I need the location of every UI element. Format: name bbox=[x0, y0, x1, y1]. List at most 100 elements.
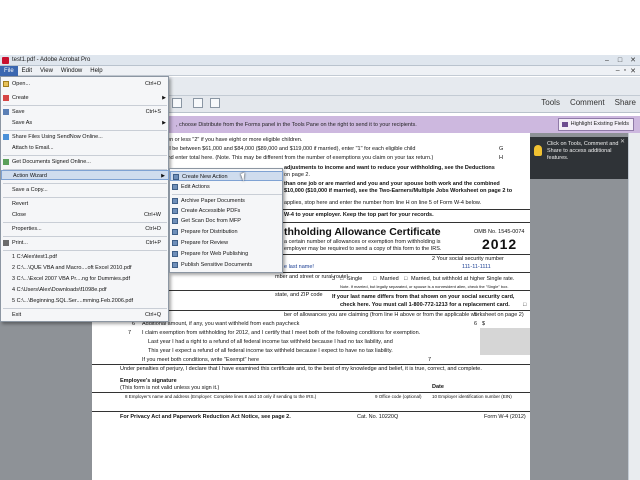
menu-shortcut: Ctrl+S bbox=[145, 109, 161, 115]
menu-edit[interactable]: Edit bbox=[18, 66, 36, 76]
menu-item-label: Get Documents Signed Online... bbox=[12, 159, 91, 165]
menu-file[interactable]: File bbox=[0, 65, 18, 76]
action-icon bbox=[172, 240, 178, 246]
menu-bar: File Edit View Window Help bbox=[0, 65, 640, 76]
submenu-item-archive[interactable]: Archive Paper Documents bbox=[170, 196, 283, 206]
recent-file-1[interactable]: 1 C:\Alex\test1.pdf bbox=[1, 252, 169, 262]
panel-tabs: Tools Comment Share bbox=[541, 98, 636, 107]
menu-item-close[interactable]: Close Ctrl+W bbox=[1, 210, 169, 220]
divider bbox=[92, 411, 530, 412]
address-label: mber and street or rural route) bbox=[275, 274, 349, 280]
submenu-item-distribution[interactable]: Prepare for Distribution bbox=[170, 227, 283, 237]
menu-item-save-as[interactable]: Save As ▶ bbox=[1, 118, 169, 128]
close-tip-icon[interactable]: ✕ bbox=[620, 139, 625, 146]
submenu-item-scan[interactable]: Get Scan Doc from MFP bbox=[170, 216, 283, 226]
menu-separator bbox=[3, 155, 167, 156]
menu-item-open[interactable]: Open... Ctrl+O bbox=[1, 79, 169, 89]
share-icon bbox=[3, 134, 9, 140]
doc-restore-icon[interactable]: ▫ bbox=[624, 67, 626, 75]
menu-item-label: Revert bbox=[12, 201, 29, 207]
single-label: Single bbox=[347, 276, 363, 282]
menu-item-action-wizard[interactable]: Action Wizard ▶ bbox=[1, 170, 169, 180]
menu-item-revert[interactable]: Revert bbox=[1, 199, 169, 209]
doc-line: ber of allowances you are claiming (from… bbox=[284, 312, 524, 318]
doc-line: G bbox=[499, 146, 504, 152]
certificate-title: thholding Allowance Certificate bbox=[284, 226, 441, 238]
menu-item-properties[interactable]: Properties... Ctrl+D bbox=[1, 224, 169, 234]
menu-item-get-signed[interactable]: Get Documents Signed Online... bbox=[1, 157, 169, 167]
menu-separator bbox=[3, 130, 167, 131]
employer-label: 8 Employer's name and address (Employer:… bbox=[125, 394, 317, 399]
action-wizard-submenu: Create New Action Edit Actions Archive P… bbox=[169, 168, 283, 273]
single-checkbox[interactable]: □ bbox=[340, 276, 343, 282]
married-checkbox[interactable]: □ bbox=[373, 276, 376, 282]
close-icon[interactable]: ✕ bbox=[628, 56, 638, 64]
footer-form: Form W-4 (2012) bbox=[484, 414, 526, 420]
menu-separator bbox=[3, 105, 167, 106]
minimize-icon[interactable]: – bbox=[602, 56, 612, 64]
menu-separator bbox=[3, 222, 167, 223]
recent-file-5[interactable]: 5 C:\...\Beginning.SQL.Ser....mming.Feb.… bbox=[1, 296, 169, 306]
submenu-item-label: Get Scan Doc from MFP bbox=[181, 218, 241, 224]
menu-window[interactable]: Window bbox=[57, 66, 86, 76]
menu-item-label: Save As bbox=[12, 120, 33, 126]
recent-file-2[interactable]: 2 C:\...\QUE VBA and Macro....oft Excel … bbox=[1, 263, 169, 273]
doc-close-icon[interactable]: ✕ bbox=[630, 67, 636, 75]
menu-item-label: Close bbox=[12, 212, 27, 218]
tab-comment[interactable]: Comment bbox=[570, 98, 605, 107]
menu-view[interactable]: View bbox=[36, 66, 57, 76]
vertical-scrollbar[interactable] bbox=[628, 133, 640, 480]
name-differs-checkbox[interactable]: □ bbox=[523, 302, 526, 308]
doc-line: applies, stop here and enter the number … bbox=[284, 200, 482, 206]
submenu-item-review[interactable]: Prepare for Review bbox=[170, 238, 283, 248]
toolbar-button-icon[interactable] bbox=[172, 98, 182, 108]
married-higher-checkbox[interactable]: □ bbox=[404, 276, 407, 282]
recent-file-3[interactable]: 3 C:\...\Excel 2007 VBA Pr....ng for Dum… bbox=[1, 274, 169, 284]
menu-item-label: Attach to Email... bbox=[12, 145, 54, 151]
recent-file-4[interactable]: 4 C:\Users\Alex\Downloads\f1098e.pdf bbox=[1, 285, 169, 295]
menu-shortcut: Ctrl+P bbox=[145, 240, 161, 246]
menu-item-create[interactable]: Create ▶ bbox=[1, 93, 169, 103]
submenu-item-accessible[interactable]: Create Accessible PDFs bbox=[170, 206, 283, 216]
print-icon bbox=[3, 240, 9, 246]
married-label: Married bbox=[380, 276, 399, 282]
doc-line: If your last name differs from that show… bbox=[332, 294, 515, 300]
doc-minimize-icon[interactable]: – bbox=[616, 67, 620, 75]
menu-item-exit[interactable]: Exit Ctrl+Q bbox=[1, 310, 169, 320]
submenu-item-label: Archive Paper Documents bbox=[181, 198, 245, 204]
submenu-arrow-icon: ▶ bbox=[162, 120, 166, 126]
married-higher-label: Married, but withhold at higher Single r… bbox=[411, 276, 515, 282]
box-5-label: 5 bbox=[474, 312, 478, 318]
action-icon bbox=[172, 208, 178, 214]
submenu-item-label: Prepare for Web Publishing bbox=[181, 251, 249, 257]
submenu-item-edit-actions[interactable]: Edit Actions bbox=[170, 182, 283, 192]
submenu-item-create-new-action[interactable]: Create New Action bbox=[170, 171, 283, 181]
menu-shortcut: Ctrl+W bbox=[144, 212, 161, 218]
save-icon[interactable] bbox=[193, 98, 203, 108]
menu-separator bbox=[3, 197, 167, 198]
maximize-icon[interactable]: □ bbox=[615, 56, 625, 64]
print-icon[interactable] bbox=[210, 98, 220, 108]
menu-help[interactable]: Help bbox=[86, 66, 106, 76]
menu-item-save-copy[interactable]: Save a Copy... bbox=[1, 185, 169, 195]
submenu-item-label: Prepare for Distribution bbox=[181, 229, 238, 235]
ssn-label: 2 Your social security number bbox=[432, 256, 504, 262]
last-name-field[interactable]: e last name! bbox=[284, 264, 314, 270]
menu-item-sendnow[interactable]: Share Files Using SendNow Online... bbox=[1, 132, 169, 142]
menu-item-print[interactable]: Print... Ctrl+P bbox=[1, 238, 169, 248]
menu-item-save[interactable]: Save Ctrl+S bbox=[1, 107, 169, 117]
submenu-item-sensitive[interactable]: Publish Sensitive Documents bbox=[170, 260, 283, 270]
menu-item-label: 5 C:\...\Beginning.SQL.Ser....mming.Feb.… bbox=[12, 298, 134, 304]
tab-tools[interactable]: Tools bbox=[541, 98, 560, 107]
highlight-fields-button[interactable]: Highlight Existing Fields bbox=[557, 118, 634, 131]
ein-label: 10 Employer identification number (EIN) bbox=[432, 394, 512, 399]
menu-item-attach-email[interactable]: Attach to Email... bbox=[1, 143, 169, 153]
filing-status-num: 3 bbox=[332, 276, 336, 282]
menu-item-label: Create bbox=[12, 95, 29, 101]
menu-separator bbox=[3, 308, 167, 309]
tab-share[interactable]: Share bbox=[615, 98, 636, 107]
menu-shortcut: Ctrl+O bbox=[144, 81, 161, 87]
ssn-field[interactable]: 111-11-1111 bbox=[462, 264, 491, 270]
acrobat-app-icon bbox=[2, 56, 9, 64]
submenu-item-web[interactable]: Prepare for Web Publishing bbox=[170, 249, 283, 259]
